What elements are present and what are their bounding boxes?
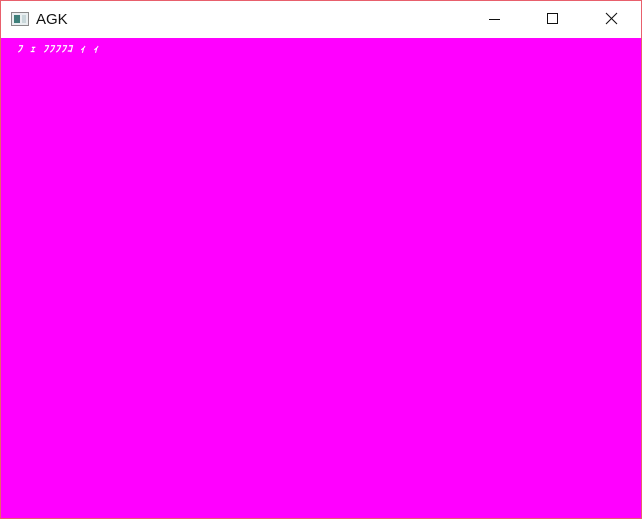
minimize-icon: [489, 19, 500, 20]
maximize-button[interactable]: [523, 1, 581, 38]
game-canvas[interactable]: ﾌ ｪ ﾌﾌﾌﾌｺ ｨ ｨ: [1, 38, 641, 518]
canvas-overlay-text: ﾌ ｪ ﾌﾌﾌﾌｺ ｨ ｨ: [17, 44, 100, 55]
title-bar[interactable]: AGK: [1, 1, 641, 38]
close-button[interactable]: [582, 1, 640, 38]
close-icon: [605, 12, 618, 25]
window-app-icon[interactable]: [11, 12, 29, 26]
window-title: AGK: [36, 11, 68, 28]
minimize-button[interactable]: [465, 1, 523, 38]
app-window: AGK ﾌ ｪ ﾌﾌﾌﾌｺ ｨ ｨ: [0, 0, 642, 519]
maximize-icon: [547, 13, 558, 24]
